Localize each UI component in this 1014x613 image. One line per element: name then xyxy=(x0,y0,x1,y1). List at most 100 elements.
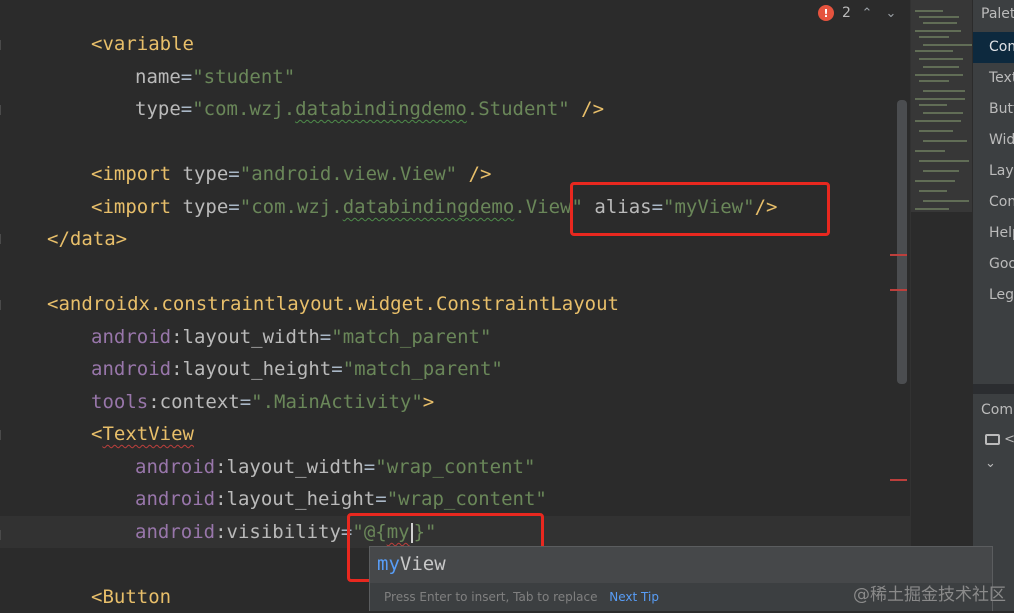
code-token: :layout_width xyxy=(215,456,364,478)
code-line[interactable]: type="com.wzj.databindingdemo.Student" /… xyxy=(135,93,604,125)
code-token: databindingdemo xyxy=(295,98,467,120)
component-tree-row[interactable]: < xyxy=(985,432,1014,447)
error-stripe-mark[interactable] xyxy=(890,254,907,256)
code-line[interactable]: <androidx.constraintlayout.widget.Constr… xyxy=(47,288,619,320)
code-token: :layout_height xyxy=(171,358,331,380)
minimap-line xyxy=(919,190,947,192)
code-token: = xyxy=(181,66,192,88)
code-token: = xyxy=(228,163,239,185)
code-token: > xyxy=(423,391,434,413)
minimap-line xyxy=(923,66,959,68)
component-tree-row[interactable]: ⌄ xyxy=(985,456,996,471)
minimap-line xyxy=(915,30,961,32)
code-line[interactable]: <Button xyxy=(91,581,171,613)
chevron-down-icon[interactable]: ⌄ xyxy=(985,456,996,471)
code-token: data xyxy=(70,228,116,250)
code-token: < xyxy=(91,163,102,185)
watermark: @稀土掘金技术社区 xyxy=(853,580,1006,605)
minimap-line xyxy=(915,180,955,182)
code-token: type xyxy=(183,163,229,185)
code-line[interactable]: tools:context=".MainActivity"> xyxy=(91,386,434,418)
completion-item[interactable]: myView xyxy=(370,549,992,579)
minimap-line xyxy=(923,170,959,172)
code-line[interactable]: name="student" xyxy=(135,61,295,93)
palette-item[interactable]: Helpers xyxy=(973,218,1014,249)
fold-marker[interactable] xyxy=(0,40,3,50)
chevron-up-icon[interactable]: ⌃ xyxy=(859,6,875,21)
next-tip-link[interactable]: Next Tip xyxy=(609,590,659,604)
minimap-line xyxy=(923,112,963,114)
fold-marker[interactable] xyxy=(0,430,3,440)
code-line[interactable]: <import type="android.view.View" /> xyxy=(91,158,491,190)
code-token: type xyxy=(135,98,181,120)
error-stripe-mark[interactable] xyxy=(890,479,907,481)
palette-item[interactable]: Common xyxy=(973,32,1014,63)
minimap-line xyxy=(915,120,961,122)
palette-item[interactable]: Layouts xyxy=(973,156,1014,187)
code-token: < xyxy=(91,33,102,55)
code-token: "wrap_content" xyxy=(387,488,547,510)
code-token: name xyxy=(135,66,181,88)
palette-item[interactable]: Text xyxy=(973,63,1014,94)
code-token: "match_parent" xyxy=(331,326,491,348)
code-token: /> xyxy=(581,98,604,120)
code-line[interactable]: android:layout_width="wrap_content" xyxy=(135,451,535,483)
fold-marker[interactable] xyxy=(0,300,3,310)
code-line[interactable]: <TextView xyxy=(91,418,194,450)
code-minimap[interactable] xyxy=(910,0,972,611)
minimap-line xyxy=(919,58,963,60)
minimap-line xyxy=(915,10,943,12)
palette-item[interactable]: Google xyxy=(973,249,1014,280)
code-line[interactable]: android:layout_height="wrap_content" xyxy=(135,483,547,515)
fold-marker[interactable] xyxy=(0,105,3,115)
palette-item[interactable]: Buttons xyxy=(973,94,1014,125)
code-token: < xyxy=(47,293,58,315)
minimap-line xyxy=(923,22,957,24)
error-stripe-mark[interactable] xyxy=(890,289,907,291)
minimap-line xyxy=(915,74,963,76)
minimap-line xyxy=(919,160,969,162)
inspection-status[interactable]: ! 2 ⌃ ⌄ xyxy=(818,3,899,23)
code-editor[interactable]: <variablename="student"type="com.wzj.dat… xyxy=(0,0,910,611)
fold-marker[interactable] xyxy=(0,530,3,540)
minimap-line xyxy=(919,104,947,106)
code-token: android xyxy=(135,488,215,510)
code-token: TextView xyxy=(102,423,194,445)
code-token: </ xyxy=(47,228,70,250)
minimap-line xyxy=(919,80,949,82)
code-token: < xyxy=(91,196,102,218)
code-line[interactable]: android:layout_width="match_parent" xyxy=(91,321,491,353)
minimap-line xyxy=(915,150,945,152)
code-token xyxy=(570,98,581,120)
code-line[interactable]: </data> xyxy=(47,223,127,255)
code-token: androidx.constraintlayout.widget.Constra… xyxy=(58,293,619,315)
code-token: databindingdemo xyxy=(343,196,515,218)
code-token: = xyxy=(181,98,192,120)
palette-panel[interactable]: Palette CommonTextButtonsWidgetsLayoutsC… xyxy=(972,0,1014,611)
fold-marker[interactable] xyxy=(0,234,3,244)
code-token: :context xyxy=(148,391,240,413)
panel-divider[interactable] xyxy=(973,384,1014,394)
code-token: = xyxy=(320,326,331,348)
palette-item[interactable]: Widgets xyxy=(973,125,1014,156)
code-token: = xyxy=(364,456,375,478)
code-token: type xyxy=(183,196,229,218)
code-token: = xyxy=(240,391,251,413)
code-token: android xyxy=(135,521,215,543)
code-token: import xyxy=(102,163,182,185)
vertical-scrollbar[interactable] xyxy=(897,100,907,384)
code-token: < xyxy=(91,586,102,608)
palette-item[interactable]: Containers xyxy=(973,187,1014,218)
code-line[interactable]: android:layout_height="match_parent" xyxy=(91,353,503,385)
code-token: < xyxy=(91,423,102,445)
code-token: android xyxy=(91,326,171,348)
code-token: ".MainActivity" xyxy=(251,391,423,413)
minimap-line xyxy=(923,200,969,202)
code-line[interactable]: <variable xyxy=(91,28,194,60)
chevron-down-icon[interactable]: ⌄ xyxy=(883,6,899,21)
error-icon: ! xyxy=(818,5,834,21)
code-token: :layout_height xyxy=(215,488,375,510)
palette-item[interactable]: Legacy xyxy=(973,280,1014,311)
minimap-line xyxy=(915,98,965,100)
code-token: "match_parent" xyxy=(343,358,503,380)
